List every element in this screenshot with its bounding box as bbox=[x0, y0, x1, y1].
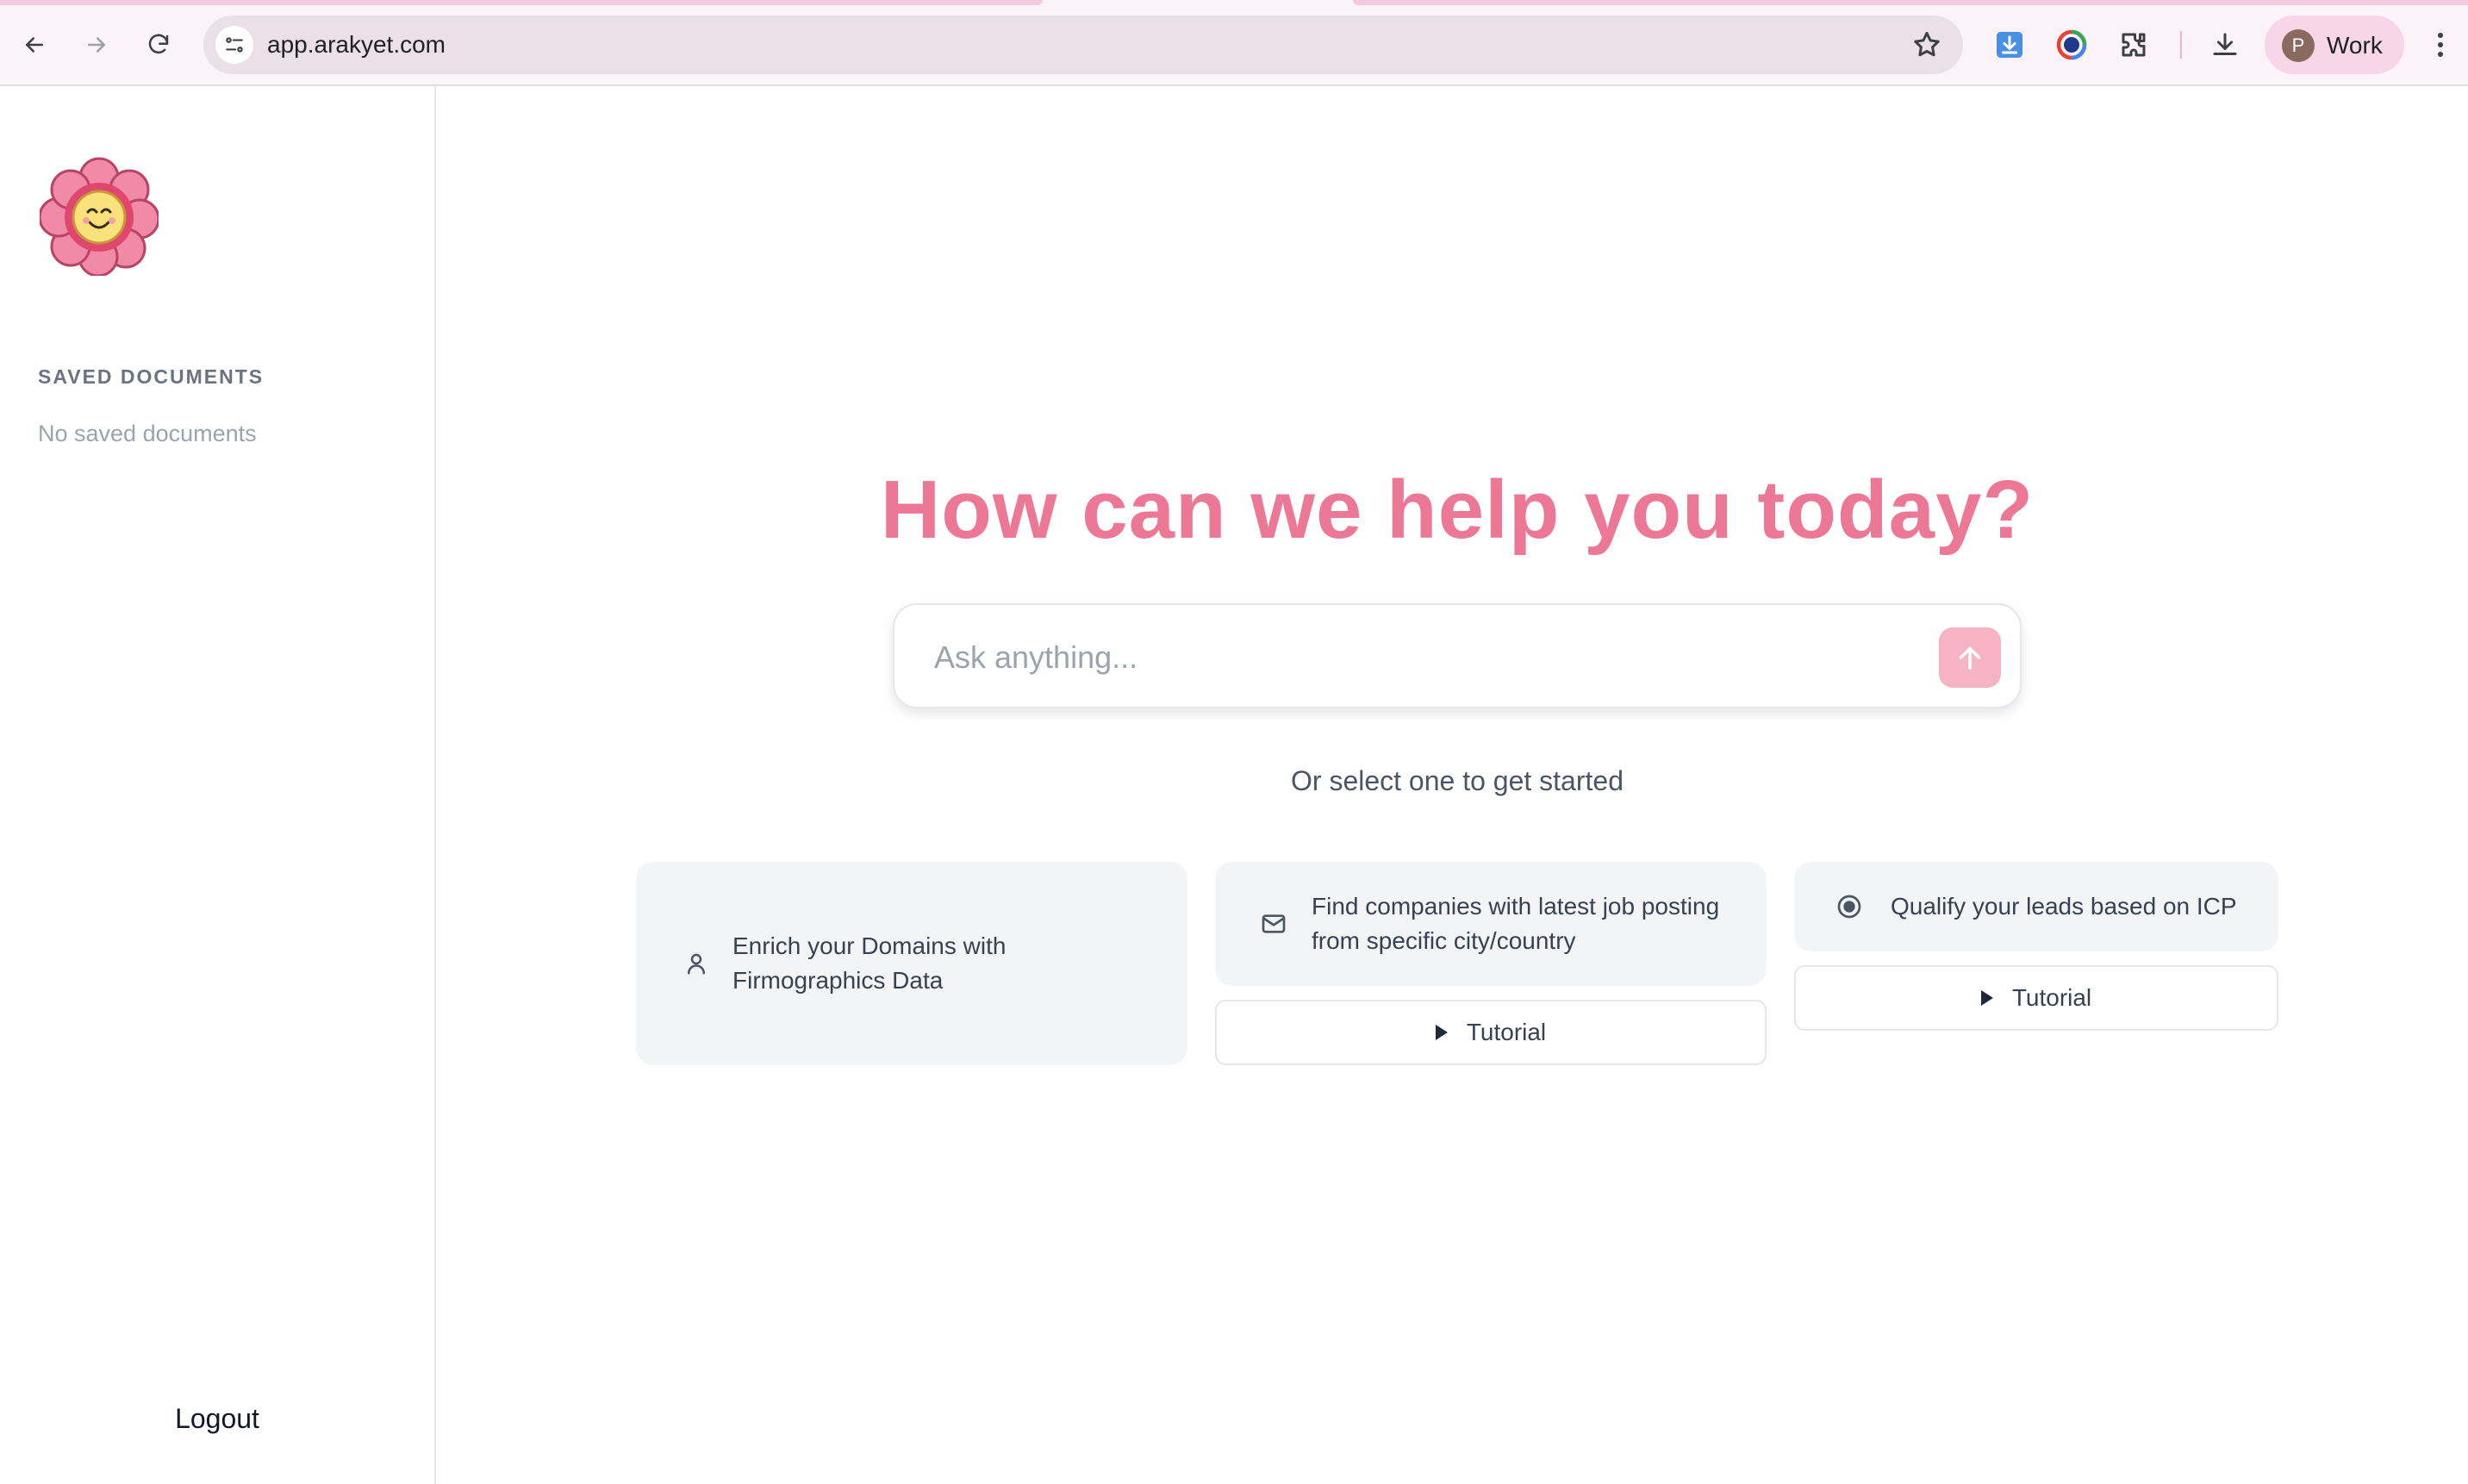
card-text: Enrich your Domains with Firmographics D… bbox=[732, 932, 1007, 994]
profile-chip[interactable]: P Work bbox=[2265, 16, 2404, 74]
saved-documents-title: SAVED DOCUMENTS bbox=[38, 365, 265, 388]
card-enrich-domains[interactable]: Enrich your Domains with Firmographics D… bbox=[636, 862, 1187, 1065]
url-text[interactable]: app.arakyet.com bbox=[267, 31, 446, 59]
browser-toolbar: app.arakyet.com P Work bbox=[0, 0, 2468, 86]
reload-icon[interactable] bbox=[140, 26, 178, 64]
saved-documents-empty: No saved documents bbox=[38, 421, 257, 446]
arrow-up-icon bbox=[1959, 646, 1981, 670]
card-find-companies[interactable]: Find companies with latest job posting f… bbox=[1215, 862, 1767, 986]
tutorial-label: Tutorial bbox=[1466, 1019, 1547, 1045]
menu-kebab-icon[interactable] bbox=[2423, 26, 2458, 64]
user-icon bbox=[681, 948, 712, 979]
ask-box bbox=[893, 603, 2022, 708]
smiling-flower-logo[interactable] bbox=[40, 157, 159, 276]
forward-icon[interactable] bbox=[78, 26, 115, 64]
downloads-icon[interactable] bbox=[2208, 28, 2242, 62]
extensions-puzzle-icon[interactable] bbox=[2116, 28, 2151, 62]
download-extension-icon[interactable] bbox=[1992, 28, 2027, 62]
logout-button[interactable]: Logout bbox=[0, 1401, 434, 1436]
address-bar[interactable]: app.arakyet.com bbox=[203, 16, 1963, 74]
card-qualify-leads[interactable]: Qualify your leads based on ICP bbox=[1794, 862, 2278, 951]
page-title: How can we help you today? bbox=[880, 464, 2035, 556]
site-info-icon[interactable] bbox=[215, 26, 253, 64]
sidebar: SAVED DOCUMENTS No saved documents Logou… bbox=[0, 86, 436, 1484]
tutorial-button-find-companies[interactable]: Tutorial bbox=[1215, 1000, 1767, 1065]
profile-label: Work bbox=[2327, 32, 2383, 59]
bookmark-star-icon[interactable] bbox=[1911, 29, 1942, 60]
card-text: Qualify your leads based on ICP bbox=[1891, 893, 2237, 920]
ask-input[interactable] bbox=[932, 631, 1884, 684]
avatar: P bbox=[2282, 29, 2315, 62]
send-button[interactable] bbox=[1939, 627, 2001, 688]
play-icon bbox=[1435, 1025, 1448, 1040]
tab-strip-left bbox=[0, 0, 1043, 5]
tutorial-label: Tutorial bbox=[2011, 984, 2092, 1011]
back-icon[interactable] bbox=[16, 26, 53, 64]
tab-strip-right bbox=[1353, 0, 2468, 5]
main-content: How can we help you today? Or select one… bbox=[436, 86, 2468, 1484]
color-extension-icon[interactable] bbox=[2054, 28, 2089, 62]
card-text: Find companies with latest job posting f… bbox=[1312, 893, 1720, 954]
tutorial-button-qualify-leads[interactable]: Tutorial bbox=[1794, 965, 2278, 1031]
play-icon bbox=[1980, 990, 1993, 1006]
get-started-subtitle: Or select one to get started bbox=[1291, 765, 1624, 796]
target-icon bbox=[1834, 891, 1865, 922]
toolbar-divider bbox=[2180, 31, 2182, 59]
mail-icon bbox=[1258, 908, 1289, 939]
